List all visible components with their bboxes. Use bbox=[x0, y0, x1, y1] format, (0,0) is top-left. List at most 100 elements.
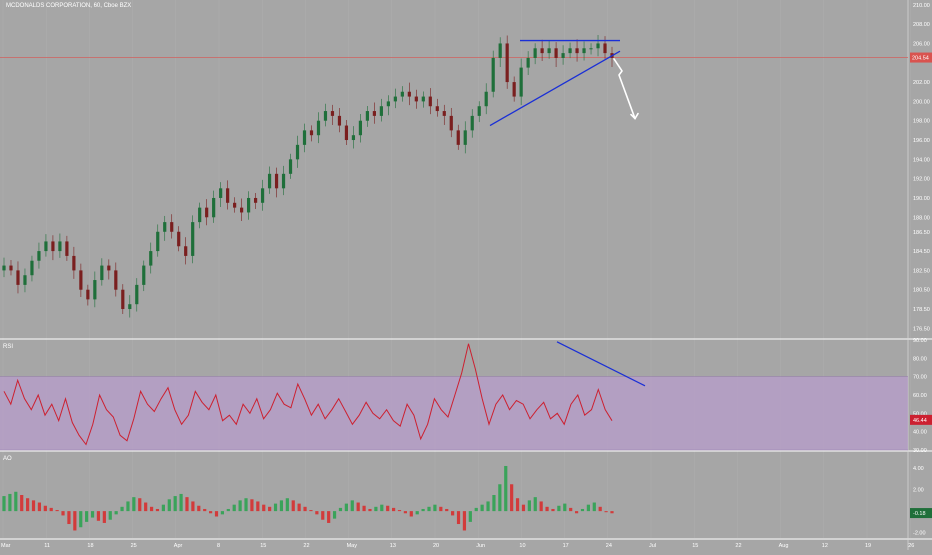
price-tick-label: 180.50 bbox=[913, 288, 930, 294]
candle-body bbox=[351, 135, 356, 141]
ao-bar bbox=[14, 491, 18, 512]
ao-bar bbox=[220, 511, 225, 515]
ao-bar bbox=[521, 504, 526, 512]
candle-body bbox=[288, 159, 293, 174]
ao-bar bbox=[55, 510, 59, 512]
ao-bar bbox=[486, 501, 490, 512]
ao-bar bbox=[285, 498, 289, 512]
candle-body bbox=[135, 284, 139, 305]
candle-body bbox=[372, 111, 376, 116]
rsi-tick-label: 80.00 bbox=[913, 356, 927, 362]
ao-bar bbox=[179, 493, 183, 512]
ao-bar bbox=[43, 505, 47, 512]
ao-bar bbox=[362, 505, 366, 512]
candle-body bbox=[337, 115, 342, 126]
price-tick-label: 192.00 bbox=[913, 177, 930, 183]
ao-bar bbox=[144, 502, 148, 512]
ao-tick-label: -2.00 bbox=[913, 531, 926, 537]
ao-bar bbox=[474, 507, 478, 512]
candle-body bbox=[323, 111, 328, 121]
candle-body bbox=[470, 115, 474, 131]
ao-bar bbox=[592, 502, 596, 512]
candle-body bbox=[344, 125, 349, 141]
ao-bar bbox=[533, 497, 537, 512]
ao-bar bbox=[368, 508, 372, 512]
candle-body bbox=[233, 202, 237, 208]
rsi-title: RSI bbox=[3, 344, 13, 350]
candle-body bbox=[428, 96, 432, 107]
ao-bar bbox=[262, 504, 266, 512]
price-tick-label: 200.00 bbox=[913, 99, 930, 105]
candle-body bbox=[281, 173, 286, 189]
ao-bar bbox=[120, 506, 124, 512]
ao-bar bbox=[167, 499, 171, 512]
ao-tick-label: 2.00 bbox=[913, 488, 924, 494]
ao-bar bbox=[391, 507, 396, 512]
x-tick-label: 25 bbox=[131, 543, 137, 549]
x-tick-label: Jun bbox=[476, 543, 485, 549]
ao-bar bbox=[386, 505, 390, 512]
ao-bar bbox=[545, 506, 549, 512]
candle-body bbox=[107, 265, 111, 271]
candle-body bbox=[2, 265, 6, 271]
x-tick-label: 11 bbox=[44, 543, 50, 549]
candle-body bbox=[330, 111, 335, 116]
rsi-tick-label: 90.00 bbox=[913, 338, 927, 344]
candle-body bbox=[309, 130, 314, 136]
ao-bar bbox=[132, 497, 136, 512]
ao-bar bbox=[403, 511, 407, 514]
candle-body bbox=[163, 222, 167, 232]
candle-body bbox=[212, 197, 216, 218]
ao-bar bbox=[510, 484, 514, 512]
x-tick-label: 22 bbox=[735, 543, 741, 549]
ao-bar bbox=[415, 511, 419, 515]
price-tick-label: 188.00 bbox=[913, 215, 930, 221]
ao-bar bbox=[515, 498, 520, 512]
ao-bar bbox=[185, 497, 189, 512]
ao-bar bbox=[451, 511, 455, 516]
ao-bar bbox=[214, 511, 219, 517]
ao-bar bbox=[315, 511, 319, 515]
ao-bar bbox=[191, 501, 195, 512]
x-tick-label: Jul bbox=[649, 543, 656, 549]
candle-body bbox=[86, 289, 90, 300]
price-tick-label: 186.50 bbox=[913, 230, 930, 236]
ao-bar bbox=[598, 506, 602, 512]
candle-body bbox=[72, 255, 76, 271]
ao-bar bbox=[468, 511, 472, 522]
ao-bar bbox=[90, 511, 95, 518]
x-tick-label: 13 bbox=[390, 543, 396, 549]
ao-bar bbox=[209, 511, 213, 514]
x-tick-label: 18 bbox=[87, 543, 93, 549]
ao-bar bbox=[279, 500, 284, 512]
x-tick-label: 8 bbox=[217, 543, 220, 549]
ao-bar bbox=[344, 503, 348, 512]
candle-body bbox=[79, 270, 83, 290]
ao-bar bbox=[462, 511, 467, 531]
ao-bar bbox=[374, 506, 378, 512]
candle-body bbox=[170, 222, 174, 232]
candle-body bbox=[358, 120, 363, 136]
x-tick-label: 15 bbox=[692, 543, 698, 549]
x-tick-label: Apr bbox=[174, 543, 183, 549]
price-tick-label: 198.00 bbox=[913, 119, 930, 125]
chart-svg: 210.00208.00206.00202.00200.00198.00196.… bbox=[0, 0, 932, 550]
ao-title: AO bbox=[3, 456, 12, 462]
rsi-tick-label: 70.00 bbox=[913, 375, 927, 381]
ao-bar bbox=[303, 506, 307, 512]
candle-body bbox=[484, 91, 488, 107]
candle-body bbox=[30, 260, 34, 276]
candle-body bbox=[512, 82, 516, 97]
candle-body bbox=[491, 57, 495, 92]
candle-body bbox=[177, 231, 181, 247]
ao-bar bbox=[297, 503, 301, 512]
ao-bar bbox=[539, 501, 543, 512]
candle-body bbox=[400, 91, 404, 97]
candle-body bbox=[128, 304, 132, 310]
candle-body bbox=[393, 96, 397, 102]
rsi-band bbox=[0, 376, 908, 450]
rsi-tick-label: 30.00 bbox=[913, 448, 927, 454]
ao-bar bbox=[480, 504, 484, 512]
ao-bar bbox=[197, 505, 201, 512]
ao-bar bbox=[498, 484, 502, 512]
